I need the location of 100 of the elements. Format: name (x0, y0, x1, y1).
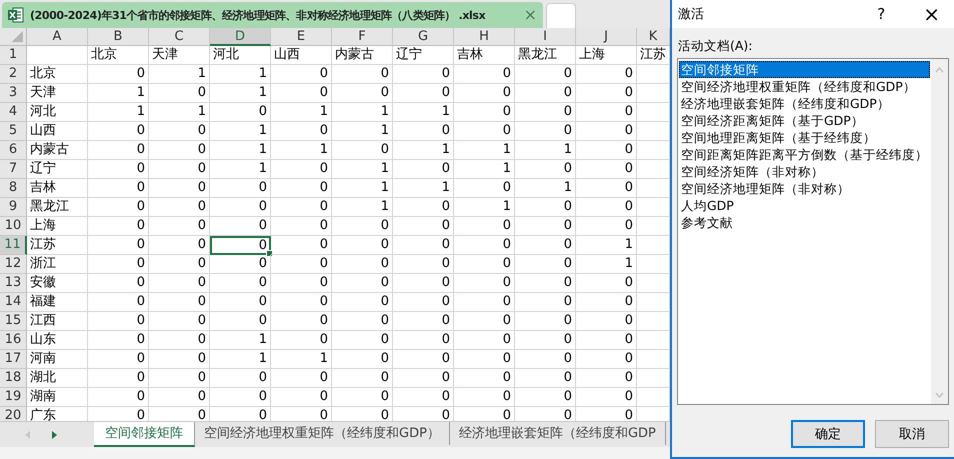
sheet-tab[interactable]: 空间邻接矩阵 (94, 422, 195, 447)
row-header[interactable]: 16 (0, 331, 27, 350)
table-cell: 0 (393, 160, 454, 179)
row-header[interactable]: 6 (0, 141, 27, 160)
list-item[interactable]: 空间经济地理权重矩阵（经纬度和GDP） (679, 78, 930, 95)
table-cell (27, 46, 88, 65)
table-cell: 0 (393, 217, 454, 236)
table-cell: 0 (88, 388, 149, 407)
column-header[interactable]: K (637, 28, 670, 46)
table-cell: 0 (210, 179, 271, 198)
row-header[interactable]: 9 (0, 198, 27, 217)
row-header[interactable]: 19 (0, 388, 27, 407)
row-header[interactable]: 7 (0, 160, 27, 179)
table-cell: 1 (393, 141, 454, 160)
table-cell: 0 (576, 217, 637, 236)
table-cell: 0 (332, 84, 393, 103)
table-cell: 0 (149, 122, 210, 141)
table-cell: 1 (210, 84, 271, 103)
column-header[interactable]: A (27, 28, 88, 46)
dialog-button[interactable]: 确定 (791, 420, 865, 448)
table-cell: 0 (454, 312, 515, 331)
sheet-tab[interactable]: 经济地理嵌套矩阵（经纬度和GDP (450, 422, 666, 445)
column-header[interactable]: D (210, 28, 271, 46)
file-tab[interactable]: (2000-2024)年31个省市的邻接矩阵、经济地理矩阵、非对称经济地理矩阵（八类矩阵） .xlsx × (2, 2, 543, 28)
row-header[interactable]: 17 (0, 350, 27, 369)
table-cell: 0 (515, 312, 576, 331)
table-cell: 1 (271, 141, 332, 160)
table-cell: 1 (210, 122, 271, 141)
column-header[interactable]: G (393, 28, 454, 46)
table-cell: 0 (149, 141, 210, 160)
fill-handle[interactable] (266, 250, 273, 257)
row-header[interactable]: 13 (0, 274, 27, 293)
scroll-up-icon[interactable] (935, 67, 944, 73)
column-header[interactable]: B (88, 28, 149, 46)
table-cell: 福建 (27, 293, 88, 312)
list-item[interactable]: 空间经济矩阵（非对称） (679, 163, 930, 180)
table-cell: 0 (332, 65, 393, 84)
scroll-down-icon[interactable] (935, 392, 944, 398)
table-cell: 0 (149, 217, 210, 236)
column-header[interactable]: J (576, 28, 637, 46)
row-header[interactable]: 1 (0, 46, 27, 65)
row-header[interactable]: 2 (0, 65, 27, 84)
table-cell: 0 (271, 198, 332, 217)
row-header[interactable]: 10 (0, 217, 27, 236)
list-item[interactable]: 人均GDP (679, 197, 930, 214)
help-button[interactable]: ? (877, 5, 886, 23)
column-header[interactable]: H (454, 28, 515, 46)
table-cell: 1 (88, 84, 149, 103)
table-cell: 1 (332, 179, 393, 198)
list-item[interactable]: 空间地理距离矩阵（基于经纬度） (679, 129, 930, 146)
table-cell: 0 (271, 331, 332, 350)
row-header[interactable]: 4 (0, 103, 27, 122)
table-cell: 0 (149, 160, 210, 179)
spreadsheet-icon (8, 7, 24, 23)
table-cell: 0 (149, 84, 210, 103)
list-item[interactable]: 空间邻接矩阵 (679, 61, 930, 78)
table-cell: 0 (393, 236, 454, 255)
row-header[interactable]: 20 (0, 407, 27, 421)
table-cell: 0 (454, 65, 515, 84)
row-header[interactable]: 15 (0, 312, 27, 331)
row-header[interactable]: 5 (0, 122, 27, 141)
table-cell: 0 (515, 350, 576, 369)
table-cell: 0 (149, 293, 210, 312)
scrollbar[interactable] (931, 59, 948, 404)
row-header[interactable]: 11 (0, 236, 27, 255)
column-header[interactable]: E (271, 28, 332, 46)
row-header[interactable]: 8 (0, 179, 27, 198)
select-all-corner[interactable] (0, 28, 27, 46)
table-cell: 0 (88, 217, 149, 236)
new-tab-button[interactable] (546, 3, 576, 28)
row-header[interactable]: 14 (0, 293, 27, 312)
document-list[interactable]: 空间邻接矩阵 空间经济地理权重矩阵（经纬度和GDP） 经济地理嵌套矩阵（经纬度和GDP） 空间经济距离矩阵（基于GDP） 空间地理距离矩阵（基于经纬度） 空间距离矩阵距离平方倒数（基于经纬度） 空间经济矩阵（非对称） 空间经济地理矩阵（非对称） 人均GDP 参考文献 (677, 58, 949, 405)
table-cell: 0 (210, 198, 271, 217)
table-cell: 0 (88, 293, 149, 312)
list-item[interactable]: 空间距离矩阵距离平方倒数（基于经纬度） (679, 146, 930, 163)
list-item[interactable]: 空间经济地理矩阵（非对称） (679, 180, 930, 197)
row-header[interactable]: 12 (0, 255, 27, 274)
table-cell: 0 (88, 122, 149, 141)
table-cell: 1 (576, 255, 637, 274)
close-button[interactable]: × (923, 2, 940, 26)
table-cell: 0 (332, 331, 393, 350)
list-item[interactable]: 参考文献 (679, 214, 930, 231)
dialog-button[interactable]: 取消 (875, 420, 949, 448)
table-cell: 0 (271, 160, 332, 179)
row-header[interactable]: 18 (0, 369, 27, 388)
column-header[interactable]: F (332, 28, 393, 46)
table-cell: 0 (271, 179, 332, 198)
table-cell: 辽宁 (393, 46, 454, 65)
sheet-tab[interactable]: 空间经济地理权重矩阵（经纬度和GDP） (195, 422, 450, 445)
table-cell: 内蒙古 (27, 141, 88, 160)
table-cell: 1 (332, 103, 393, 122)
table-cell: 0 (149, 331, 210, 350)
list-item[interactable]: 空间经济距离矩阵（基于GDP） (679, 112, 930, 129)
row-header[interactable]: 3 (0, 84, 27, 103)
column-header[interactable]: I (515, 28, 576, 46)
column-header[interactable]: C (149, 28, 210, 46)
table-cell: 0 (149, 274, 210, 293)
table-cell: 辽宁 (27, 160, 88, 179)
table-cell: 0 (210, 312, 271, 331)
list-item[interactable]: 经济地理嵌套矩阵（经纬度和GDP） (679, 95, 930, 112)
